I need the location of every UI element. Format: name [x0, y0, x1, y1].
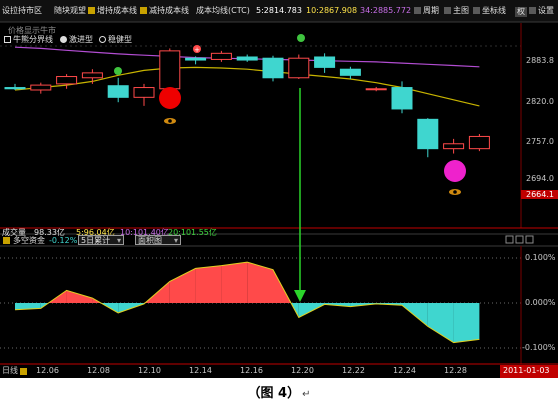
current-price-label: 2664.1	[526, 190, 554, 199]
signal-point-icon[interactable]	[114, 67, 122, 75]
ma10-readout: 10:2867.908	[306, 6, 358, 15]
ma34-readout: 34:2885.772	[360, 6, 412, 15]
magenta-signal-marker[interactable]	[444, 160, 466, 182]
price-label: 2694.0	[526, 174, 554, 183]
candle-body	[133, 87, 155, 98]
period-dropdown[interactable]: 5日累计 ▾	[78, 235, 124, 245]
style-dropdown[interactable]: 面积图 ▾	[135, 235, 181, 245]
grid-icon	[473, 7, 480, 14]
flow-area-segment	[427, 303, 454, 343]
candle-body	[30, 84, 52, 91]
flow-area-segment	[221, 262, 248, 303]
toolbar-coord[interactable]: 坐标线	[482, 7, 506, 15]
main-chart-icon	[444, 7, 451, 14]
indicator-axis-label: -0.100%	[522, 343, 556, 352]
candle-body	[417, 118, 439, 150]
candle-body	[443, 143, 465, 150]
cycle-icon	[414, 7, 421, 14]
bookmark-icon	[140, 7, 147, 14]
toolbar-rights[interactable]: 权	[515, 7, 527, 17]
bookmark-icon	[88, 7, 95, 14]
flow-area-segment	[453, 303, 480, 343]
date-label: 12.10	[138, 366, 161, 375]
candle-body	[236, 56, 258, 61]
toolbar-main-chart[interactable]: 主图	[453, 7, 469, 15]
candle-body	[210, 52, 232, 60]
flow-area-segment	[169, 268, 196, 303]
candle-body	[4, 87, 26, 90]
toolbar-item-3[interactable]: 增持成本线	[97, 7, 137, 15]
date-label: 12.06	[36, 366, 59, 375]
candle-body	[107, 85, 129, 98]
eye-icon[interactable]	[449, 189, 461, 195]
red-signal-marker[interactable]	[159, 87, 181, 109]
caption-text: （图 4）	[247, 386, 301, 401]
date-label: 12.20	[291, 366, 314, 375]
date-label: 12.14	[189, 366, 212, 375]
candle-body	[262, 57, 284, 79]
radio-icon[interactable]	[60, 36, 67, 43]
date-label: 12.24	[393, 366, 416, 375]
candle-body	[365, 88, 387, 91]
eye-icon[interactable]	[164, 118, 176, 124]
toolbar-cycle[interactable]: 周期	[423, 7, 439, 15]
date-label: 12.22	[342, 366, 365, 375]
toolbar-settings[interactable]: 设置	[538, 7, 554, 15]
date-label: 12.28	[444, 366, 467, 375]
return-mark-icon: ↵	[302, 389, 311, 400]
candle-body	[314, 56, 336, 68]
period-dropdown-value: 5日累计	[81, 236, 111, 245]
chevron-down-icon: ▾	[173, 236, 178, 245]
signal-arrow-head	[294, 290, 306, 302]
toolbar-item-4[interactable]: 减持成本线	[149, 7, 189, 15]
current-date-label: 2011-01-03	[503, 366, 550, 375]
toolbar-item-1[interactable]: 设拉持市区	[2, 7, 42, 15]
svg-text:+: +	[194, 46, 200, 54]
legend-aggressive[interactable]: 激进型	[69, 36, 93, 44]
figure-caption: （图 4） ↵	[0, 382, 558, 401]
date-label: 12.08	[87, 366, 110, 375]
candle-body	[391, 87, 413, 110]
chart-canvas: +	[0, 0, 558, 378]
legend-steady[interactable]: 稳健型	[108, 36, 132, 44]
candle-body	[185, 57, 207, 61]
indicator-name: 多空资金	[13, 236, 45, 245]
radio-icon[interactable]	[99, 36, 106, 43]
stock-chart-window: + 设拉持市区 随块观望 增持成本线 减持成本线 成本均线(CTC) 5:281…	[0, 0, 558, 378]
signal-point-icon[interactable]	[297, 34, 305, 42]
flow-area-segment	[195, 265, 222, 303]
indicator-value: -0.12%	[49, 236, 78, 245]
ma5-readout: 5:2814.783	[256, 6, 302, 15]
toolbar-item-2[interactable]: 随块观望	[54, 7, 86, 15]
legend-overlay-text: 价格显示牛市	[8, 26, 56, 35]
warning-icon	[20, 368, 27, 375]
candle-body	[81, 72, 103, 79]
settings-icon	[529, 7, 536, 14]
candle-body	[468, 135, 490, 150]
price-label: 2883.8	[526, 56, 554, 65]
candle-body	[288, 57, 310, 79]
date-label: 12.16	[240, 366, 263, 375]
style-dropdown-value: 面积图	[138, 236, 162, 245]
help-icon[interactable]	[3, 237, 10, 244]
legend-bull-bear[interactable]: 牛熊分界线	[13, 36, 53, 44]
price-label: 2757.0	[526, 137, 554, 146]
indicator-axis-label: 0.100%	[525, 253, 556, 262]
period-label[interactable]: 日线	[2, 367, 18, 375]
candle-body	[56, 76, 78, 85]
checkbox-icon[interactable]	[4, 36, 11, 43]
toolbar-item-5[interactable]: 成本均线(CTC)	[196, 7, 250, 15]
indicator-axis-label: 0.000%	[525, 298, 556, 307]
candle-body	[159, 50, 181, 90]
chevron-down-icon: ▾	[116, 236, 121, 245]
candle-body	[339, 68, 361, 76]
price-label: 2820.0	[526, 97, 554, 106]
